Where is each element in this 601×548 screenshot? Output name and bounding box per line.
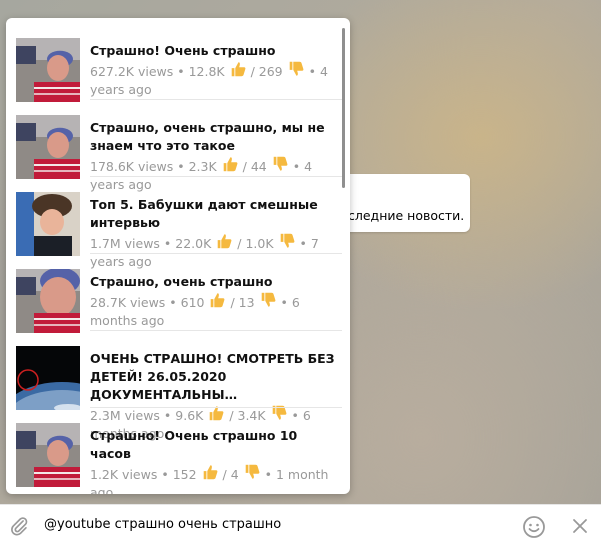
smile-icon[interactable] [522,515,546,539]
result-item[interactable]: Топ 5. Бабушки дают смешные интервью 1.7M… [16,178,342,269]
thumbs-down-icon [273,156,288,171]
item-divider [90,99,342,100]
message-input-bar: @youtube страшно очень страшно [0,504,601,548]
result-meta: 1.2K views • 152 / 4 • 1 month ago [90,463,342,494]
item-divider [90,253,342,254]
video-thumbnail [16,115,80,179]
thumbs-up-icon [217,157,243,174]
thumbs-down-icon [245,464,260,479]
result-title: Страшно, очень страшно [90,274,273,289]
thumbs-up-icon [231,62,246,77]
thumbs-up-icon [205,293,231,310]
thumbs-down-icon [280,233,294,248]
view-count: 1.7M views [90,236,160,251]
item-divider [90,407,342,408]
like-count: 22.0K [175,236,212,251]
thumbs-down-icon [267,156,293,174]
thumbs-up-icon [211,234,237,251]
video-thumbnail [16,423,80,487]
meta-separator: • [280,295,292,310]
like-count: 610 [180,295,205,310]
result-title: Страшно! Очень страшно 10 часов [90,428,298,461]
close-icon[interactable] [571,517,589,535]
view-count: 627.2K views [90,64,174,79]
result-item[interactable]: Страшно, очень страшно 28.7K views • 610 … [16,255,342,333]
result-content: Страшно, очень страшно 28.7K views • 610 … [90,273,342,330]
dislike-count: / 1.0K [237,236,274,251]
result-title: Топ 5. Бабушки дают смешные интервью [90,197,318,230]
meta-separator: • [292,159,305,174]
view-count: 178.6K views [90,159,174,174]
item-divider [90,176,342,177]
like-count: 152 [172,467,197,482]
dislike-count: / 13 [230,295,255,310]
meta-separator: • [159,236,176,251]
video-thumbnail [16,269,80,333]
thumbs-down-icon [255,292,281,310]
video-thumbnail [16,346,80,410]
results-list: Страшно! Очень страшно 627.2K views • 12.… [6,18,350,494]
meta-separator: • [173,159,189,174]
message-input[interactable]: @youtube страшно очень страшно [44,517,281,532]
thumbs-up-icon [223,157,238,172]
result-title: Страшно, очень страшно, мы не знаем что … [90,120,325,153]
thumbs-down-icon [283,61,309,79]
result-item[interactable]: Страшно, очень страшно, мы не знаем что … [16,101,342,192]
scrollbar-thumb[interactable] [342,28,345,188]
result-meta: 627.2K views • 12.8K / 269 • 4 years ago [90,60,342,99]
dislike-count: / 44 [242,159,267,174]
thumbs-up-icon [211,293,225,308]
result-title: Страшно! Очень страшно [90,43,276,58]
background-message-bubble: следние новости. [330,174,470,232]
meta-separator: • [173,64,189,79]
thumbs-down-icon [274,233,300,251]
thumbs-down-icon [239,464,265,482]
meta-separator: • [165,295,181,310]
video-thumbnail [16,192,80,256]
scrollbar[interactable] [342,28,345,490]
video-thumbnail [16,38,80,102]
thumbs-up-icon [217,234,232,249]
thumbs-up-icon [197,465,223,482]
thumbs-up-icon [225,62,251,79]
thumbs-down-icon [289,61,304,76]
dislike-count: / 4 [222,467,239,482]
result-item[interactable]: ОЧЕНЬ СТРАШНО! СМОТРЕТЬ БЕЗ ДЕТЕЙ! 26.05… [16,332,342,441]
result-content: Страшно! Очень страшно 627.2K views • 12.… [90,42,342,99]
item-divider [90,330,342,331]
result-item[interactable]: Страшно! Очень страшно 627.2K views • 12.… [16,24,342,102]
thumbs-down-icon [261,292,275,307]
result-item[interactable]: Страшно! Очень страшно 10 часов 1.2K view… [16,409,342,494]
dislike-count: / 269 [250,64,283,79]
thumbs-up-icon [203,465,217,480]
result-title: ОЧЕНЬ СТРАШНО! СМОТРЕТЬ БЕЗ ДЕТЕЙ! 26.05… [90,351,335,402]
background-message-text: следние новости. [348,208,465,223]
inline-results-popup: Страшно! Очень страшно 627.2K views • 12.… [6,18,350,494]
meta-separator: • [264,467,276,482]
result-content: Страшно! Очень страшно 10 часов 1.2K view… [90,427,342,494]
view-count: 1.2K views [90,467,158,482]
like-count: 2.3K [188,159,217,174]
meta-separator: • [157,467,173,482]
meta-separator: • [299,236,311,251]
paperclip-icon[interactable] [8,515,30,537]
meta-separator: • [308,64,320,79]
view-count: 28.7K views [90,295,166,310]
result-meta: 28.7K views • 610 / 13 • 6 months ago [90,291,342,330]
like-count: 12.8K [188,64,225,79]
